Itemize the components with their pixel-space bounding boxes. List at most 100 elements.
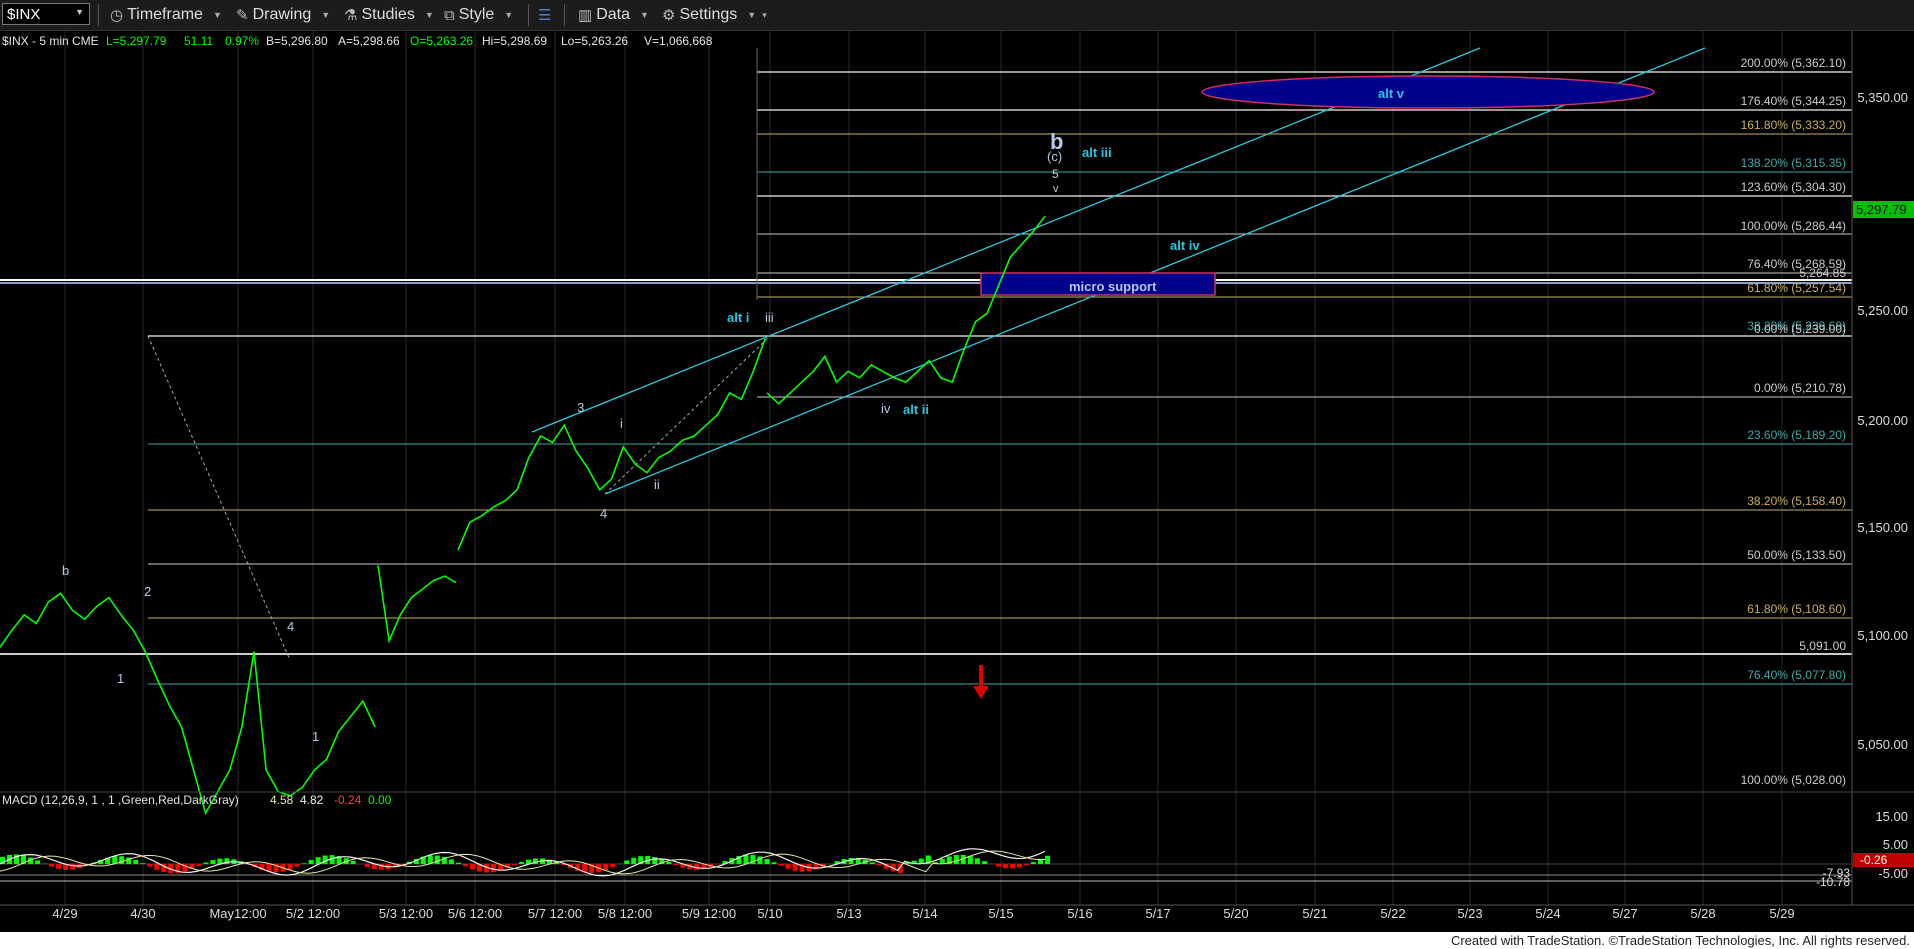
macd-hist-bar — [764, 859, 770, 864]
macd-diff-value: -0.24 — [334, 793, 362, 807]
time-tick: 5/14 — [912, 906, 937, 921]
last-price-value: 5,297.79 — [1856, 202, 1907, 217]
settings-menu[interactable]: ⚙ Settings ▼ ▾ — [662, 5, 767, 25]
macd-hist-bar — [1045, 855, 1050, 864]
style-menu[interactable]: ⧉ Style ▼ — [444, 5, 513, 25]
macd-hist-bar — [490, 864, 496, 873]
chart-area[interactable]: b (c) 5 v alt iii alt iv alt v alt i iii… — [0, 31, 1914, 931]
time-tick: 5/8 12:00 — [598, 906, 652, 921]
percent-change: 0.97% — [225, 34, 259, 48]
macd-hist-bar — [673, 864, 679, 865]
time-tick: 5/9 12:00 — [682, 906, 736, 921]
price-tick: 5,250.00 — [1857, 303, 1908, 318]
time-tick: 5/10 — [757, 906, 782, 921]
time-tick: 5/28 — [1690, 906, 1715, 921]
macd-hist-bar — [778, 864, 784, 866]
overflow-chevron-icon: ▾ — [762, 9, 767, 20]
macd-hist-bar — [1024, 864, 1029, 866]
macd-info-bar: MACD (12,26,9, 1 , 1 ,Green,Red,DarkGray… — [2, 793, 392, 807]
pencil-icon: ✎ — [236, 7, 249, 24]
wave-label: alt iii — [1082, 145, 1112, 160]
macd-hist-bar — [771, 862, 777, 864]
macd-hist-bar — [624, 860, 630, 864]
chevron-down-icon: ▼ — [639, 10, 649, 20]
fib-label: 123.60% (5,304.30) — [1741, 180, 1846, 194]
wave-label: alt iv — [1170, 238, 1200, 253]
fib-label: 100.00% (5,286.44) — [1741, 219, 1846, 233]
symbol-value: $INX — [7, 6, 41, 23]
macd-value: 4.58 — [270, 793, 294, 807]
wave-label: 1 — [312, 729, 319, 744]
time-tick: 5/29 — [1769, 906, 1794, 921]
wave-label: (c) — [1047, 149, 1062, 164]
macd-hist-bar — [294, 864, 300, 867]
toolbar: $INX ▼ ◷ Timeframe ▼ ✎ Drawing ▼ ⚗ Studi… — [0, 0, 1914, 31]
layout-icon: ☰ — [538, 7, 552, 24]
wave-label: 1 — [117, 671, 124, 686]
low-value: Lo=5,263.26 — [561, 34, 628, 48]
macd-hist-bar — [364, 864, 370, 867]
macd-axis-tick: -5.00 — [1878, 866, 1908, 881]
macd-hist-bar — [196, 864, 202, 866]
wave-label: 4 — [287, 619, 294, 634]
open-value: O=5,263.26 — [410, 34, 473, 48]
macd-hist-bar — [140, 863, 146, 864]
layout-button[interactable]: ☰ — [538, 5, 551, 25]
last-value: L=5,297.79 — [106, 34, 167, 48]
chevron-down-icon: ▼ — [747, 10, 757, 20]
time-tick: 5/21 — [1302, 906, 1327, 921]
macd-hist-bar — [967, 856, 973, 864]
chevron-down-icon: ▼ — [212, 10, 222, 20]
symbol-input[interactable]: $INX ▼ — [2, 3, 90, 25]
fib-label: 100.00% (5,028.00) — [1741, 773, 1846, 787]
symbol-info: $INX - 5 min CME — [2, 34, 99, 48]
time-tick: 5/24 — [1535, 906, 1560, 921]
wave-label: 5 — [1052, 167, 1059, 181]
timeframe-label: Timeframe — [127, 6, 203, 23]
wave-label: 2 — [144, 584, 151, 599]
macd-hist-bar — [785, 864, 791, 869]
drawing-menu[interactable]: ✎ Drawing ▼ — [236, 5, 330, 25]
time-tick: 5/13 — [836, 906, 861, 921]
macd-signal-value: 4.82 — [300, 793, 324, 807]
price-tick: 5,150.00 — [1857, 520, 1908, 535]
chevron-down-icon: ▼ — [504, 10, 514, 20]
macd-hist-bar — [519, 862, 524, 864]
macd-hist-bar — [350, 861, 356, 864]
fib-label: 200.00% (5,362.10) — [1741, 56, 1846, 70]
macd-hist-bar — [652, 857, 658, 864]
gear-icon: ⚙ — [662, 7, 676, 24]
macd-hist-bar — [469, 864, 475, 870]
macd-hist-bar — [974, 858, 980, 864]
macd-hist-bar — [133, 860, 139, 864]
macd-hist-bar — [1009, 864, 1015, 869]
fib-label: 161.80% (5,333.20) — [1741, 118, 1846, 132]
fib-label: 61.80% (5,108.60) — [1747, 602, 1846, 616]
time-tick: 5/16 — [1067, 906, 1092, 921]
macd-hist-bar — [603, 864, 609, 871]
macd-zero-value: 0.00 — [368, 793, 392, 807]
volume-value: V=1,066,668 — [644, 34, 713, 48]
macd-hist-bar — [56, 864, 62, 869]
time-tick: 5/27 — [1612, 906, 1637, 921]
data-menu[interactable]: ▥ Data ▼ — [578, 5, 649, 25]
change-value: 51.11 — [184, 34, 213, 48]
level-label: 5,264.85 — [1799, 266, 1846, 280]
fib-label: 76.40% (5,077.80) — [1747, 668, 1846, 682]
macd-hist-bar — [953, 855, 959, 864]
style-icon: ⧉ — [444, 6, 455, 24]
wave-label: b — [62, 563, 69, 578]
macd-title: MACD (12,26,9, 1 , 1 ,Green,Red,DarkGray… — [2, 793, 239, 807]
time-tick: 5/20 — [1223, 906, 1248, 921]
wave-label: 3 — [577, 400, 584, 415]
time-tick: 5/6 12:00 — [448, 906, 502, 921]
timeframe-menu[interactable]: ◷ Timeframe ▼ — [110, 5, 222, 25]
price-tick: 5,050.00 — [1857, 737, 1908, 752]
wave-label: iv — [881, 401, 891, 416]
macd-hist-bar — [308, 859, 314, 864]
macd-hist-bar — [210, 860, 216, 864]
chevron-down-icon: ▼ — [424, 10, 434, 20]
high-value: Hi=5,298.69 — [482, 34, 547, 48]
time-tick: 5/15 — [988, 906, 1013, 921]
studies-menu[interactable]: ⚗ Studies ▼ — [344, 5, 434, 25]
